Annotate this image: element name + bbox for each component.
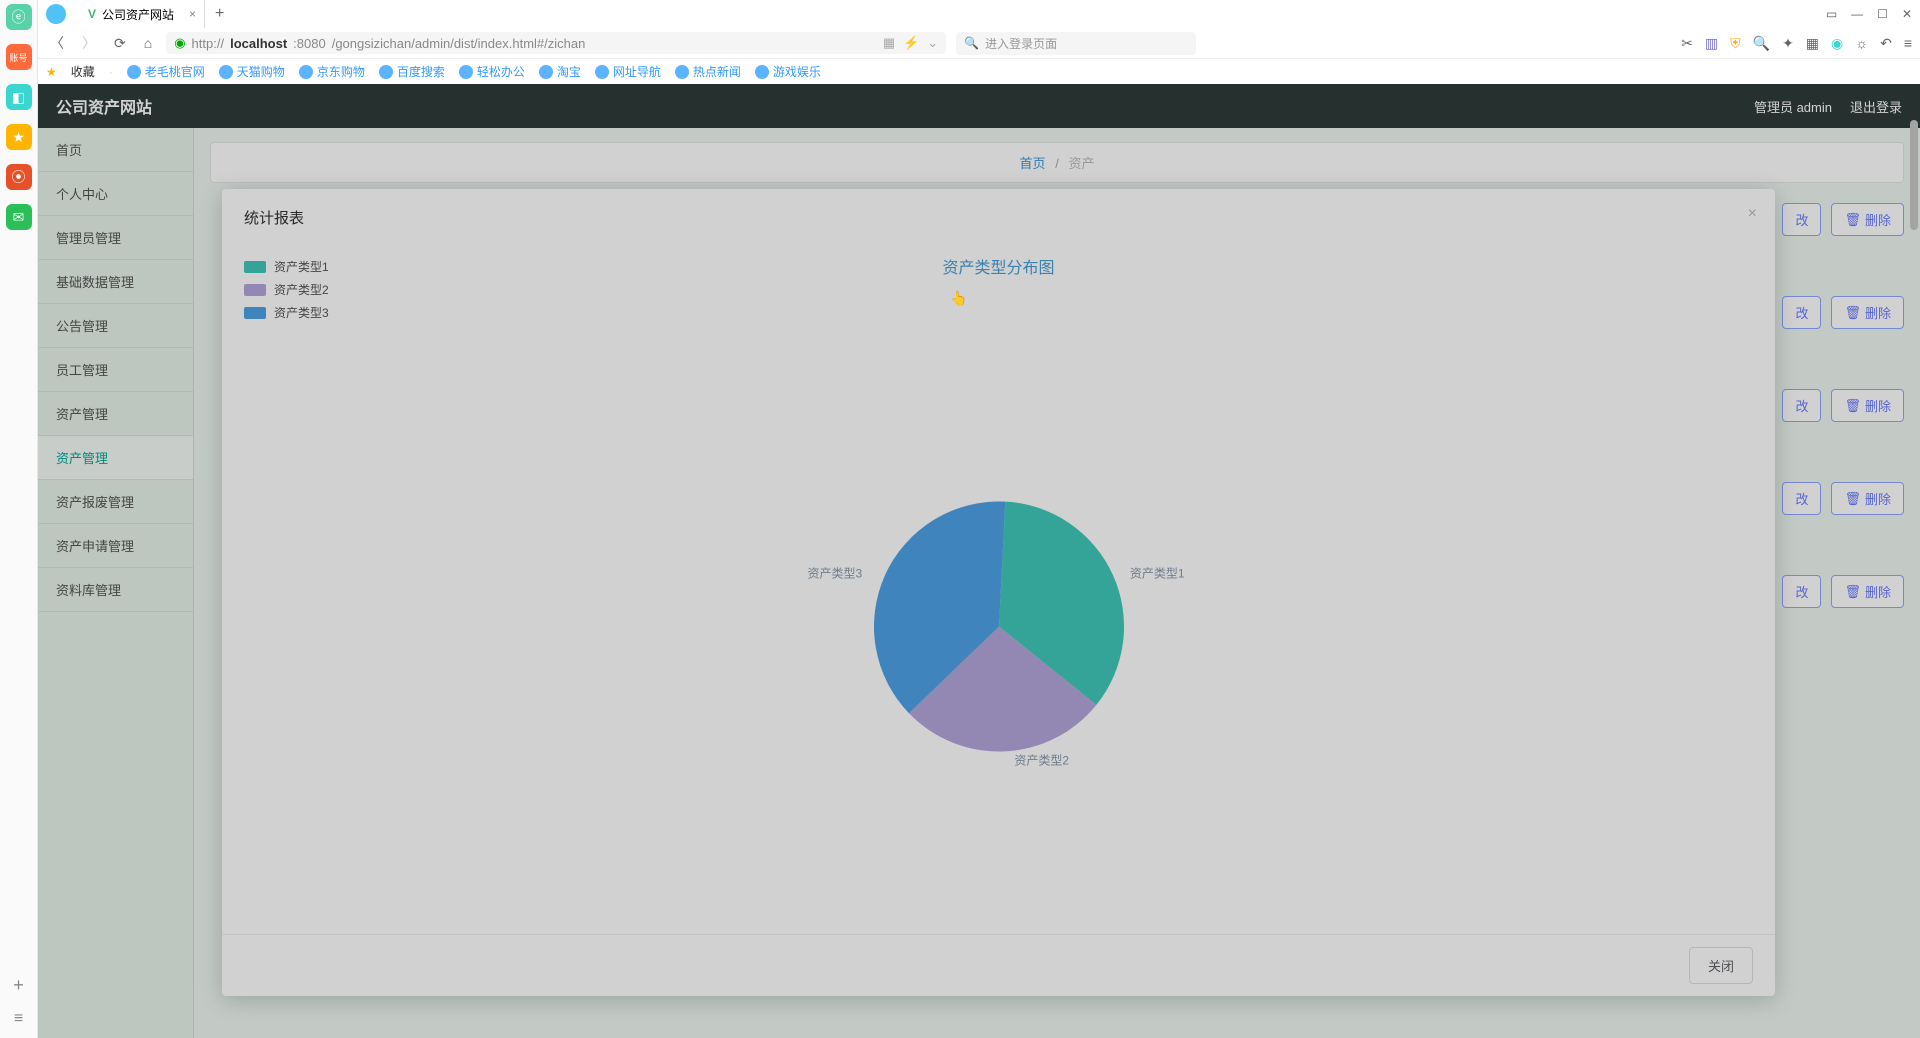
bookmark-item[interactable]: 热点新闻 bbox=[675, 63, 741, 80]
url-path: /gongsizichan/admin/dist/index.html#/zic… bbox=[332, 36, 586, 51]
site-icon bbox=[755, 65, 769, 79]
chevron-down-icon[interactable]: ⌄ bbox=[927, 35, 938, 51]
menu-lines-icon[interactable]: ≡ bbox=[14, 1010, 23, 1028]
trello-icon[interactable]: ▥ bbox=[1705, 35, 1718, 52]
search-input[interactable]: 🔍 进入登录页面 bbox=[956, 32, 1196, 55]
site-icon bbox=[595, 65, 609, 79]
quick-icon-star[interactable]: ★ bbox=[6, 124, 32, 150]
quick-icon-cube[interactable]: ◧ bbox=[6, 84, 32, 110]
new-tab-button[interactable]: + bbox=[205, 5, 234, 23]
reload-icon[interactable]: ⟳ bbox=[110, 35, 130, 52]
search-placeholder: 进入登录页面 bbox=[985, 35, 1057, 52]
bookmark-item[interactable]: 老毛桃官网 bbox=[127, 63, 205, 80]
grid-icon[interactable]: ▦ bbox=[1806, 35, 1819, 52]
shield-icon: ◉ bbox=[174, 35, 185, 51]
bookmark-bar: ★ 收藏 · 老毛桃官网 天猫购物 京东购物 百度搜索 轻松办公 淘宝 网址导航… bbox=[38, 58, 1920, 84]
quick-icon-mail[interactable]: ✉ bbox=[6, 204, 32, 230]
hamburger-icon[interactable]: ≡ bbox=[1904, 35, 1912, 51]
browser-chrome: V 公司资产网站 × + ▭ — ☐ ✕ 〈 〉 ⟳ ⌂ ◉ http:// lo… bbox=[38, 0, 1920, 85]
site-icon bbox=[127, 65, 141, 79]
zoom-icon[interactable]: 🔍 bbox=[1753, 35, 1770, 52]
quick-icon-browser[interactable]: ⓔ bbox=[6, 4, 32, 30]
modal-mask[interactable] bbox=[38, 84, 1920, 1038]
site-icon bbox=[379, 65, 393, 79]
url-input[interactable]: ◉ http:// localhost :8080/gongsizichan/adm… bbox=[166, 32, 946, 54]
puzzle-icon[interactable]: ✦ bbox=[1782, 35, 1794, 52]
site-icon bbox=[539, 65, 553, 79]
shield2-icon[interactable]: ⛨ bbox=[1730, 35, 1741, 52]
home-icon[interactable]: ⌂ bbox=[140, 35, 156, 51]
site-icon bbox=[219, 65, 233, 79]
os-quick-bar: ⓔ 账号 ◧ ★ ⦿ ✉ + ≡ bbox=[0, 0, 38, 1038]
browser-tab[interactable]: V 公司资产网站 × bbox=[78, 0, 205, 28]
site-icon bbox=[459, 65, 473, 79]
fav-label: 收藏 bbox=[71, 63, 95, 80]
url-port: :8080 bbox=[293, 36, 326, 51]
bookmark-item[interactable]: 轻松办公 bbox=[459, 63, 525, 80]
close-icon[interactable]: × bbox=[189, 7, 196, 21]
address-bar: 〈 〉 ⟳ ⌂ ◉ http:// localhost :8080/gongsizi… bbox=[38, 28, 1920, 58]
bookmark-item[interactable]: 天猫购物 bbox=[219, 63, 285, 80]
bookmark-item[interactable]: 淘宝 bbox=[539, 63, 581, 80]
bookmark-item[interactable]: 游戏娱乐 bbox=[755, 63, 821, 80]
search-icon: 🔍 bbox=[964, 36, 979, 50]
forward-icon[interactable]: 〉 bbox=[78, 33, 100, 53]
bolt-icon[interactable]: ⚡ bbox=[903, 35, 919, 51]
site-icon bbox=[675, 65, 689, 79]
bookmark-item[interactable]: 百度搜索 bbox=[379, 63, 445, 80]
quick-icon-badge[interactable]: 账号 bbox=[6, 44, 32, 70]
scissors-icon[interactable]: ✂ bbox=[1681, 35, 1693, 52]
qr-icon[interactable]: ▦ bbox=[883, 35, 895, 51]
quick-icon-weibo[interactable]: ⦿ bbox=[6, 164, 32, 190]
bookmark-item[interactable]: 京东购物 bbox=[299, 63, 365, 80]
window-close-icon[interactable]: ✕ bbox=[1902, 7, 1912, 21]
minimize-icon[interactable]: — bbox=[1851, 7, 1863, 21]
sun-icon[interactable]: ☼ bbox=[1855, 35, 1868, 51]
bookmark-item[interactable]: 网址导航 bbox=[595, 63, 661, 80]
app-menu-icon[interactable]: ▭ bbox=[1826, 7, 1837, 21]
tab-title: 公司资产网站 bbox=[102, 6, 174, 23]
site-icon bbox=[299, 65, 313, 79]
favorite-star-icon[interactable]: ★ bbox=[46, 65, 57, 79]
vue-icon: V bbox=[88, 7, 96, 21]
undo-icon[interactable]: ↶ bbox=[1880, 35, 1892, 52]
globe-icon[interactable]: ◉ bbox=[1831, 35, 1843, 52]
add-icon[interactable]: + bbox=[13, 975, 24, 996]
url-host: localhost bbox=[230, 36, 287, 51]
maximize-icon[interactable]: ☐ bbox=[1877, 7, 1888, 21]
back-icon[interactable]: 〈 bbox=[46, 33, 68, 53]
app-root: 公司资产网站 管理员 admin 退出登录 首页个人中心管理员管理基础数据管理公… bbox=[38, 84, 1920, 1038]
tab-bar: V 公司资产网站 × + ▭ — ☐ ✕ bbox=[38, 0, 1920, 28]
url-prefix: http:// bbox=[192, 36, 225, 51]
